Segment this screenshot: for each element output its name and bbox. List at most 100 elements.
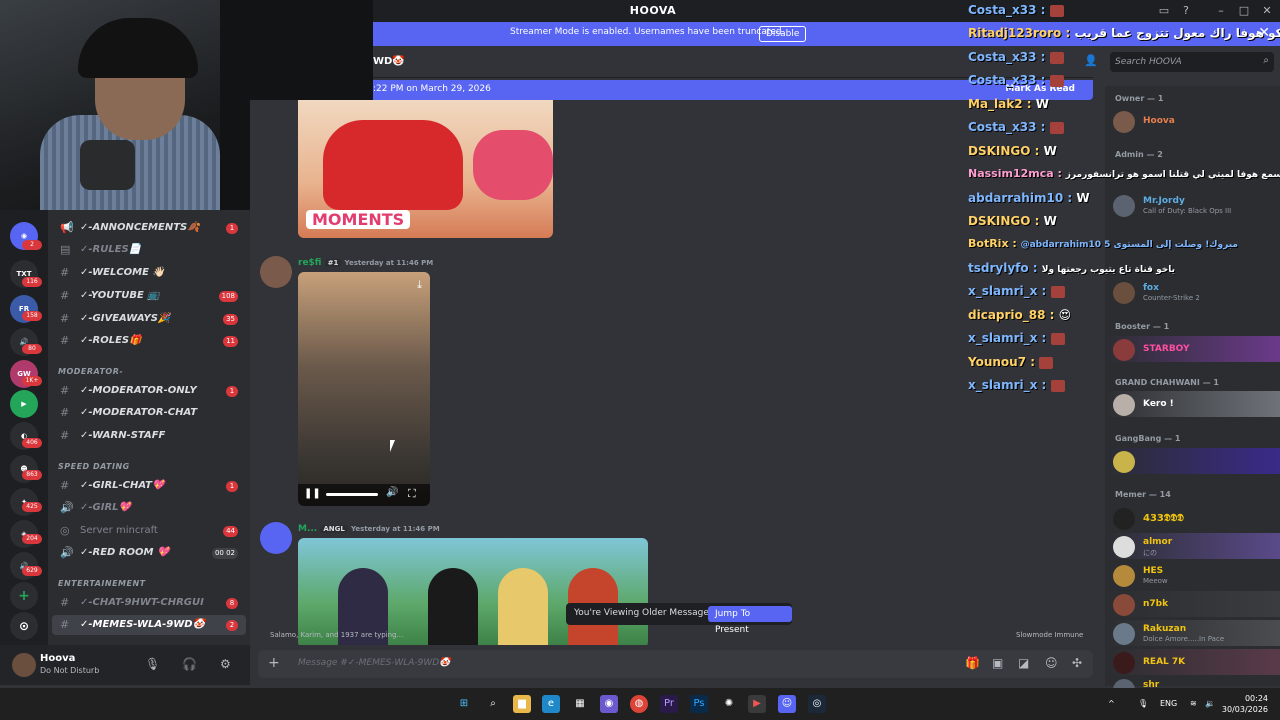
chat-user: dicaprio_88 : (968, 308, 1055, 322)
server-badge: 629 (22, 566, 42, 576)
chat-user: x_slamri_x : (968, 284, 1047, 298)
emoji-icon[interactable]: ☺ (1045, 656, 1058, 670)
channel-label: ✓-RULES📄 (80, 244, 142, 255)
fullscreen-icon[interactable]: ⛶ (408, 487, 416, 501)
discover-icon[interactable]: ⊙ (10, 612, 38, 640)
clock-time: 00:24 (1244, 694, 1268, 703)
user-panel: Hoova Do Not Disturb 🎙 🎧 ⚙ (0, 645, 250, 685)
headphones-icon[interactable]: 🎧 (182, 657, 197, 671)
channel-label: ✓-YOUTUBE 📺 (80, 290, 160, 301)
hash-icon: # (60, 312, 70, 325)
app-icon[interactable]: ◉ (600, 695, 618, 713)
video-attachment[interactable]: ⤓ ❚❚ 🔊 ⛶ (298, 272, 430, 506)
chevron-up-icon[interactable]: ^ (1108, 699, 1115, 708)
channel-label: ✓-MODERATOR-CHAT (80, 407, 198, 418)
photoshop-icon[interactable]: Ps (690, 695, 708, 713)
discord-icon[interactable]: ☺ (778, 695, 796, 713)
media-icon[interactable]: ▶ (748, 695, 766, 713)
member-item[interactable]: HES Meeow (1105, 562, 1280, 588)
add-server-icon[interactable]: + (10, 582, 38, 610)
channel-item[interactable]: # ✓-YOUTUBE 📺 108 (52, 286, 246, 306)
channel-item[interactable]: # ✓-MODERATOR-ONLY 1 (52, 381, 246, 401)
banner-text: Streamer Mode is enabled. Usernames have… (510, 27, 785, 37)
volume-icon[interactable]: 🔉 (1205, 699, 1215, 708)
chrome-icon[interactable]: ◍ (630, 695, 648, 713)
video-progress[interactable] (326, 493, 378, 496)
volume-icon[interactable]: 🔊 (386, 487, 398, 498)
megaphone-icon: 📢 (60, 221, 74, 234)
member-item[interactable]: REAL 7K (1105, 649, 1280, 675)
channel-label: ✓-MODERATOR-ONLY (80, 385, 197, 396)
premiere-icon[interactable]: Pr (660, 695, 678, 713)
hash-icon: # (60, 406, 70, 419)
channel-item[interactable]: # ✓-GIRL-CHAT💖 1 (52, 476, 246, 496)
apps-icon[interactable]: ✣ (1072, 656, 1082, 670)
message-input[interactable]: Message #✓-MEMES-WLA-9WD🤡 (298, 658, 450, 668)
channel-item[interactable]: ◎ Server mincraft 44 (52, 521, 246, 541)
avatar[interactable] (12, 653, 36, 677)
channel-item[interactable]: # ✓-MODERATOR-CHAT (52, 403, 246, 423)
chat-line: x_slamri_x : (968, 331, 1065, 345)
message-author[interactable]: re$fi (298, 258, 321, 268)
sticker-icon[interactable]: ◪ (1018, 656, 1029, 670)
microphone-icon[interactable]: 🎙 (145, 657, 160, 671)
chat-line: x_slamri_x : (968, 378, 1065, 392)
channel-item[interactable]: # ✓-GIVEAWAYS🎉 35 (52, 309, 246, 329)
channel-item[interactable]: # ✓-CHAT-9HWT-CHRGUI 8 (52, 593, 246, 613)
gif-icon[interactable]: ▣ (992, 656, 1003, 670)
channel-item[interactable]: 🔊 ✓-RED ROOM 💖 00 02 (52, 543, 246, 563)
chat-line: Younou7 : (968, 355, 1054, 369)
microphone-tray-icon[interactable]: 🎙 (1138, 699, 1148, 708)
channel-item[interactable]: # ✓-ROLES🎁 11 (52, 331, 246, 351)
chat-message: اسكو هوفا راك معول تتزوج عما قريب (1074, 26, 1280, 40)
channel-item[interactable]: # ✓-WELCOME 👋🏻 (52, 263, 246, 283)
member-item[interactable]: Rakuzan Dolce Amore.....In Pace (1105, 620, 1280, 646)
channel-label: Server mincraft (80, 525, 158, 536)
gift-icon[interactable]: 🎁 (965, 656, 980, 670)
avatar[interactable] (260, 256, 292, 288)
message-image-attachment[interactable] (298, 538, 648, 645)
chat-line: DSKINGO : W (968, 144, 1057, 158)
attach-plus-icon[interactable]: + (268, 655, 280, 671)
steam-icon[interactable]: ◎ (808, 695, 826, 713)
speaker-icon: 🔊 (60, 501, 74, 514)
clock[interactable]: 00:24 30/03/2026 (1222, 693, 1268, 715)
member-item[interactable]: 433𝕯𝕯𝕯 (1105, 505, 1280, 531)
member-item[interactable]: almor にの (1105, 533, 1280, 559)
forum-icon: ◎ (60, 524, 70, 537)
avatar[interactable] (260, 522, 292, 554)
language-indicator[interactable]: ENG (1160, 699, 1177, 708)
search-icon[interactable]: ⌕ (484, 695, 502, 713)
windows-start-icon[interactable]: ⊞ (455, 695, 473, 713)
member-item[interactable]: n7bk (1105, 591, 1280, 617)
wifi-icon[interactable]: ≋ (1190, 699, 1197, 708)
message-composer[interactable]: + Message #✓-MEMES-WLA-9WD🤡 🎁 ▣ ◪ ☺ ✣ (258, 650, 1093, 678)
download-icon[interactable]: ⤓ (417, 278, 422, 292)
channel-label: ✓-WARN-STAFF (80, 430, 166, 441)
server-icon[interactable]: ▶ (10, 390, 38, 418)
category-speed-dating[interactable]: SPEED DATING (58, 462, 130, 471)
edge-icon[interactable]: e (542, 695, 560, 713)
member-item[interactable] (1105, 448, 1280, 474)
category-entertainement[interactable]: ENTERTAINEMENT (58, 579, 146, 588)
message-image-attachment[interactable]: MOMENTS (298, 100, 553, 238)
channel-item[interactable]: # ✓-WARN-STAFF (52, 426, 246, 446)
channel-item[interactable]: 📢 ✓-ANNONCEMENTS🍂 1 (52, 218, 246, 238)
chat-user: DSKINGO : (968, 144, 1040, 158)
category-moderator[interactable]: MODERATOR- (58, 367, 123, 376)
file-explorer-icon[interactable]: ▆ (513, 695, 531, 713)
chat-message: 😍 (1058, 308, 1072, 322)
chat-message: اسمع هوفا لميتي لي قتلنا اسمو هو ترانسفو… (1065, 170, 1280, 180)
channel-item-selected[interactable]: # ✓-MEMES-WLA-9WD🤡 2 (52, 615, 246, 635)
message-author[interactable]: M... (298, 524, 317, 534)
message-timestamp: Yesterday at 11:46 PM (344, 259, 434, 267)
app-icon[interactable]: ✺ (720, 695, 738, 713)
disable-button[interactable]: Disable (759, 26, 807, 42)
pause-icon[interactable]: ❚❚ (304, 488, 321, 499)
store-icon[interactable]: ▦ (571, 695, 589, 713)
server-badge: 116 (22, 277, 42, 287)
settings-gear-icon[interactable]: ⚙ (220, 657, 231, 671)
jump-to-present-button[interactable]: Jump To Present (708, 606, 792, 635)
channel-item[interactable]: ▤ ✓-RULES📄 (52, 240, 246, 260)
channel-item[interactable]: 🔊 ✓-GIRL💖 (52, 498, 246, 518)
